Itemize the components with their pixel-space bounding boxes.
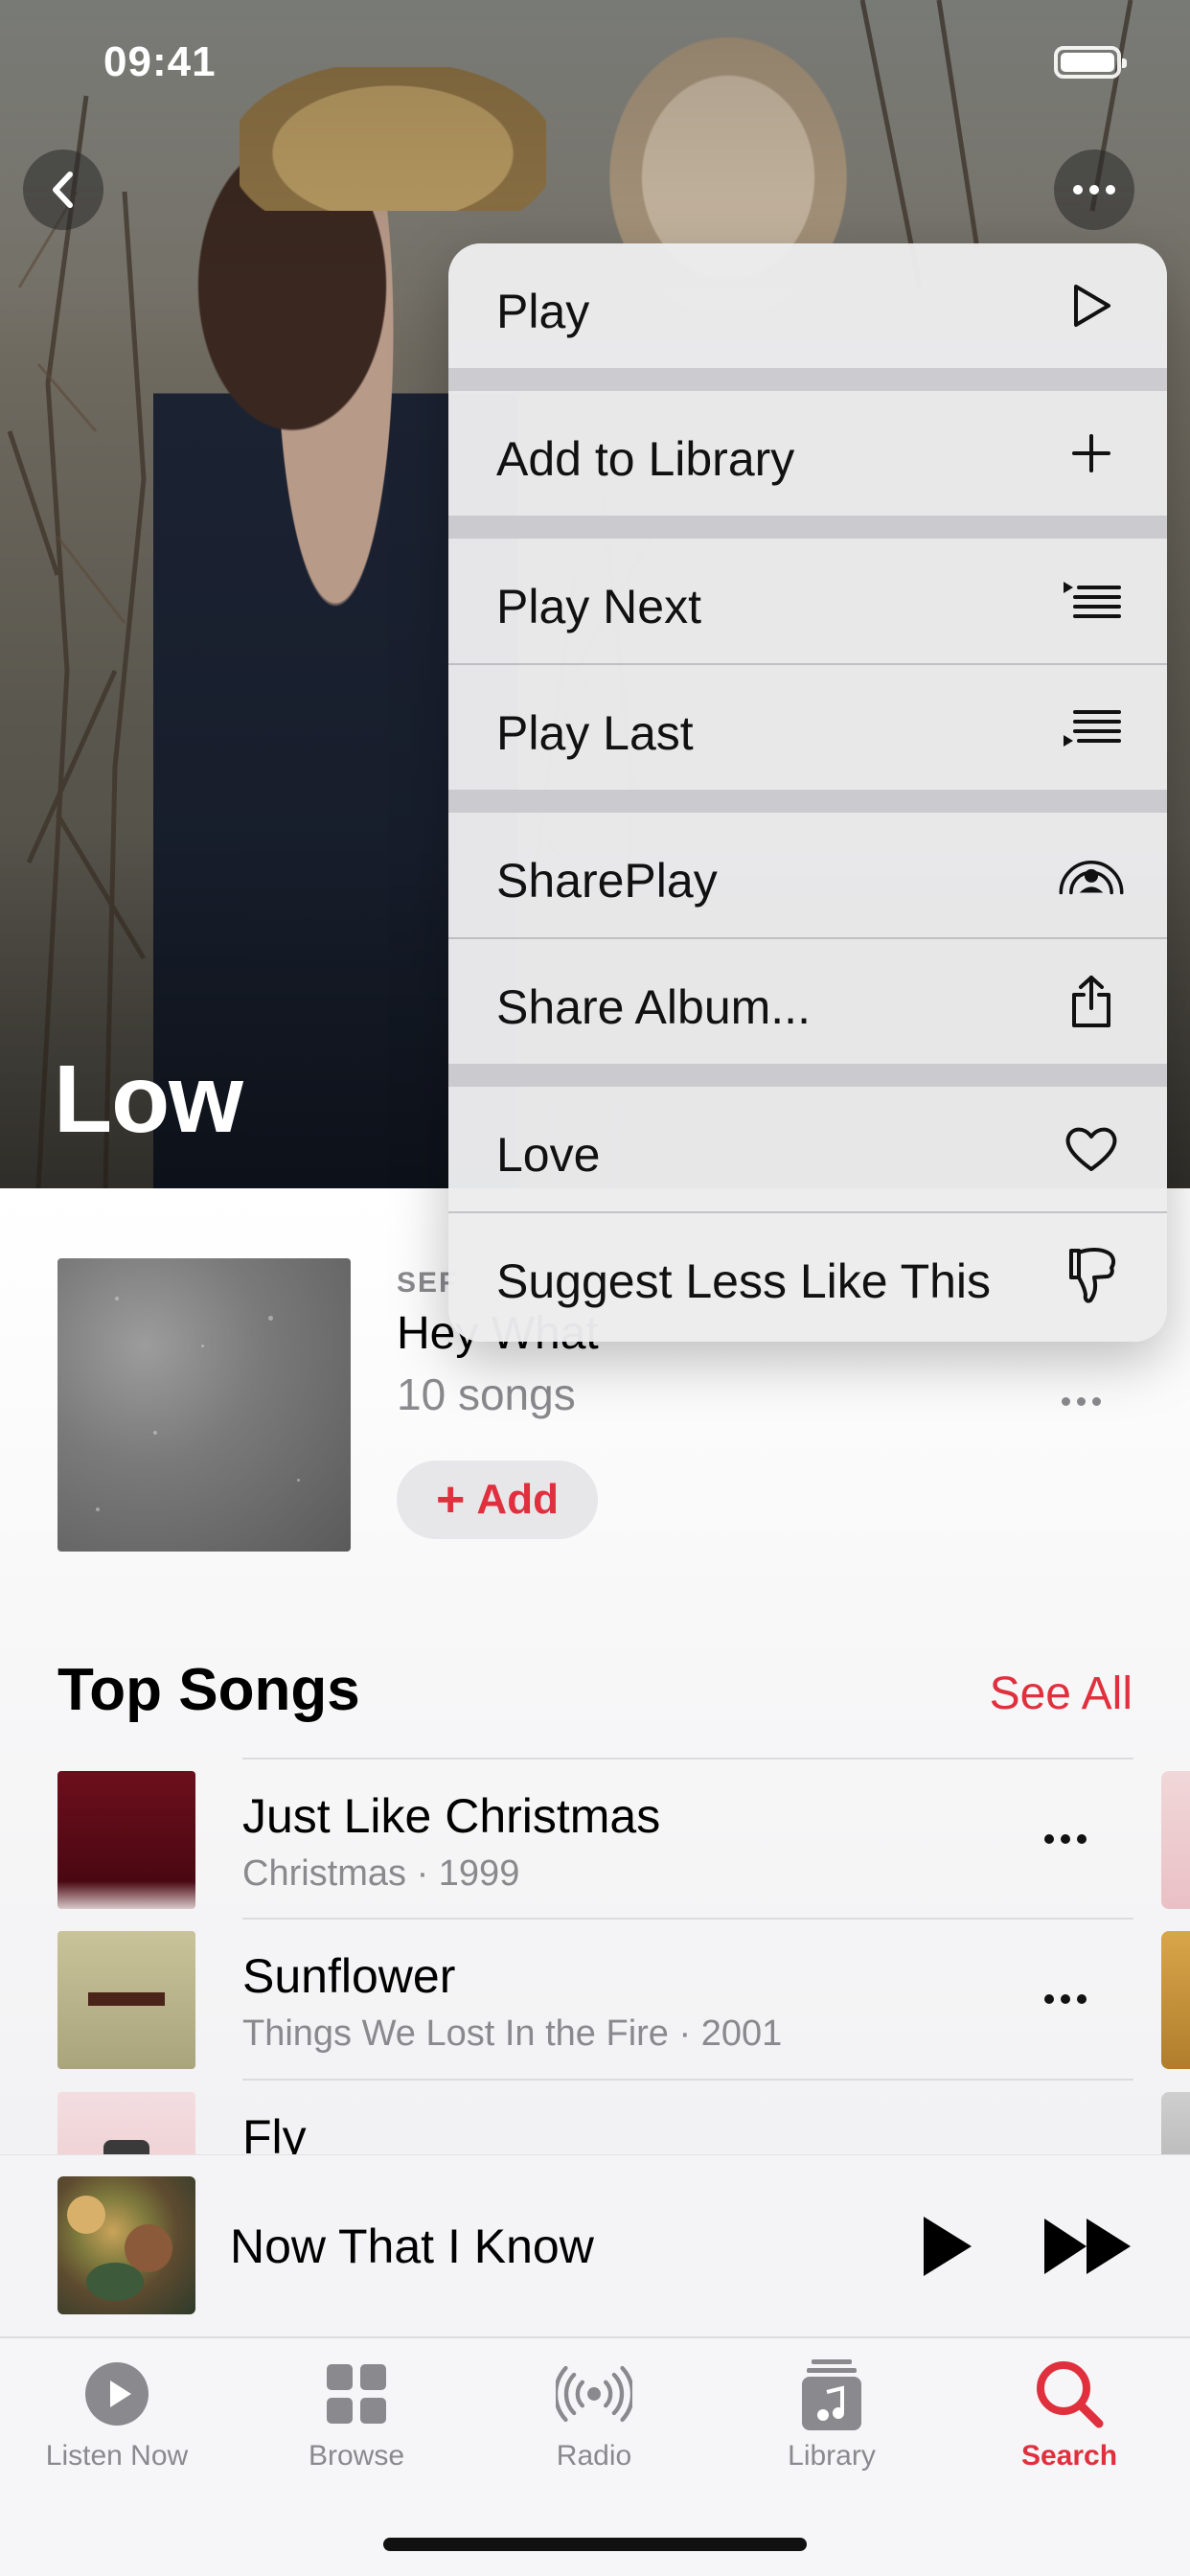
more-options-button[interactable] [1054,150,1134,230]
menu-item-shareplay[interactable]: SharePlay [448,813,1167,937]
next-column-peek [1161,1771,1190,1909]
song-row[interactable]: Fly [0,2081,1190,2154]
next-column-peek [1161,1931,1190,2069]
ellipsis-icon [1044,1834,1087,1844]
next-column-peek [1161,2092,1190,2154]
menu-item-love[interactable]: Love [448,1087,1167,1211]
menu-item-label: Play Next [496,580,701,633]
battery-icon [1054,46,1127,79]
ellipsis-icon [1062,1397,1101,1406]
back-button[interactable] [23,150,103,230]
song-artwork [57,1931,195,2069]
heart-icon [1056,1114,1127,1184]
tab-listen-now[interactable]: Listen Now [11,2356,222,2472]
menu-item-label: Share Album... [496,980,811,1034]
menu-item-play-next[interactable]: Play Next [448,539,1167,663]
song-artwork [57,1771,195,1909]
song-more-button[interactable] [1044,1994,1087,2004]
song-title: Sunflower [242,1949,456,2003]
menu-item-share-album[interactable]: Share Album... [448,939,1167,1064]
fast-forward-button[interactable] [1042,2217,1133,2276]
menu-item-label: Love [496,1128,601,1182]
now-playing-title: Now That I Know [230,2220,594,2273]
menu-item-label: Suggest Less Like This [496,1254,992,1308]
menu-group-separator [448,790,1167,813]
mini-player[interactable]: Now That I Know [0,2154,1190,2336]
context-menu: Play Add to Library Play Next Play Last … [448,243,1167,1342]
shareplay-icon [1056,840,1127,910]
tab-library[interactable]: Library [726,2356,937,2472]
song-title: Fly [242,2110,307,2154]
plus-icon: + [436,1472,466,1528]
song-subtitle: Things We Lost In the Fire · 2001 [242,2013,783,2054]
tab-label: Listen Now [45,2440,189,2472]
tab-label: Radio [556,2440,632,2472]
add-album-button[interactable]: + Add [397,1460,598,1539]
menu-item-play[interactable]: Play [448,243,1167,368]
album-song-count: 10 songs [397,1369,576,1419]
share-icon [1056,966,1127,1037]
tab-radio[interactable]: Radio [489,2356,699,2472]
play-button[interactable] [918,2213,975,2280]
song-subtitle: Christmas · 1999 [242,1853,520,1894]
search-icon [1031,2356,1108,2432]
see-all-link[interactable]: See All [990,1668,1133,1720]
plus-icon [1056,418,1127,489]
now-playing-artwork [57,2176,195,2314]
tab-label: Search [1020,2440,1118,2472]
home-indicator [383,2538,807,2551]
status-time: 09:41 [103,38,217,85]
play-next-icon [1056,565,1127,636]
play-icon [1056,270,1127,341]
menu-item-label: Add to Library [496,432,795,486]
tab-browse[interactable]: Browse [251,2356,462,2472]
song-title: Just Like Christmas [242,1789,661,1843]
song-artwork [57,2092,195,2154]
top-songs-title: Top Songs [57,1657,360,1723]
menu-item-label: Play Last [496,706,694,760]
menu-item-add-to-library[interactable]: Add to Library [448,391,1167,516]
tab-search[interactable]: Search [964,2356,1175,2472]
menu-item-suggest-less[interactable]: Suggest Less Like This [448,1213,1167,1342]
menu-item-label: Play [496,285,590,338]
menu-group-separator [448,1064,1167,1087]
song-row[interactable]: Just Like Christmas Christmas · 1999 [0,1760,1190,1920]
thumbs-down-icon [1056,1240,1127,1311]
album-artwork[interactable] [57,1258,351,1552]
song-more-button[interactable] [1044,1834,1087,1844]
menu-item-play-last[interactable]: Play Last [448,665,1167,790]
radio-icon [556,2356,632,2432]
play-last-icon [1056,692,1127,763]
menu-group-separator [448,516,1167,539]
chevron-left-icon [53,172,73,208]
add-label: Add [476,1476,559,1523]
artist-name: Low [54,1046,243,1153]
menu-item-label: SharePlay [496,854,718,908]
menu-group-separator [448,368,1167,391]
tab-label: Library [788,2440,876,2472]
album-more-button[interactable] [1062,1397,1101,1406]
library-icon [793,2356,870,2432]
browse-icon [318,2356,395,2432]
listen-now-icon [79,2356,155,2432]
tab-label: Browse [308,2440,405,2472]
ellipsis-icon [1044,1994,1087,2004]
song-row[interactable]: Sunflower Things We Lost In the Fire · 2… [0,1920,1190,2081]
ellipsis-icon [1073,185,1115,195]
